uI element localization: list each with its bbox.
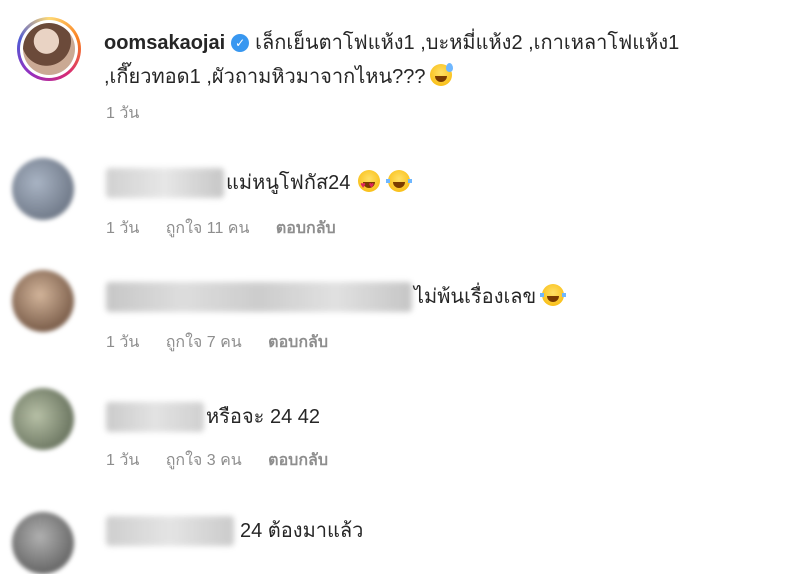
commenter-username-blurred[interactable] (106, 168, 224, 198)
comment-meta: 1 วัน ถูกใจ 7 คน ตอบกลับ (106, 330, 350, 355)
commenter-username-blurred[interactable] (106, 282, 412, 312)
grinning-sweat-emoji-icon (429, 63, 453, 86)
avatar-photo (23, 23, 75, 75)
caption-line-2: ,เกี๊ยวทอด1 ,ผัวถามหิวมาจากไหน??? (104, 66, 426, 88)
comment-item: หรือจะ 24 42 1 วัน ถูกใจ 3 คน ตอบกลับ (0, 384, 800, 484)
author-username[interactable]: oomsakaojai (104, 32, 225, 54)
heart-eyes-emoji-icon (358, 170, 381, 200)
comment-time[interactable]: 1 วัน (106, 220, 139, 237)
caption-time[interactable]: 1 วัน (106, 105, 139, 122)
comment-body: 24 ต้องมาแล้ว (240, 520, 364, 542)
comment-item: แม่หนูโฟกัส24 1 วัน ถูกใจ 11 คน ตอบกลับ (0, 150, 800, 250)
comment-meta: 1 วัน ถูกใจ 11 คน ตอบกลับ (106, 216, 358, 241)
reply-button[interactable]: ตอบกลับ (268, 452, 328, 469)
reply-button[interactable]: ตอบกลับ (268, 334, 328, 351)
comment-likes[interactable]: ถูกใจ 3 คน (166, 452, 242, 469)
caption-text: oomsakaojai ✓ เล็กเย็นตาโฟแห้ง1 ,บะหมี่แห้… (104, 26, 794, 94)
comment-body: ไม่พ้นเรื่องเลข (414, 286, 537, 308)
laughing-tears-emoji-icon (386, 170, 413, 192)
comment-item: ไม่พ้นเรื่องเลข 1 วัน ถูกใจ 7 คน ตอบกลับ (0, 264, 800, 364)
commenter-avatar[interactable] (12, 388, 74, 450)
comment-time[interactable]: 1 วัน (106, 452, 139, 469)
comment-text: 24 ต้องมาแล้ว (240, 516, 363, 546)
verified-badge-icon: ✓ (231, 34, 250, 52)
laughing-tears-emoji-icon (540, 284, 567, 306)
comment-meta: 1 วัน ถูกใจ 3 คน ตอบกลับ (106, 448, 350, 473)
reply-button[interactable]: ตอบกลับ (276, 220, 336, 237)
post-caption: oomsakaojai ✓ เล็กเย็นตาโฟแห้ง1 ,บะหมี่แห้… (0, 0, 800, 140)
commenter-username-blurred[interactable] (106, 402, 204, 432)
comment-text: แม่หนูโฟกัส24 (226, 168, 413, 200)
commenter-username-blurred[interactable] (106, 516, 234, 546)
commenter-avatar[interactable] (12, 270, 74, 332)
commenter-avatar[interactable] (12, 158, 74, 220)
caption-meta: 1 วัน (106, 101, 161, 126)
comment-body: แม่หนูโฟกัส24 (226, 172, 351, 194)
comment-item: 24 ต้องมาแล้ว (0, 504, 800, 574)
comment-text: ไม่พ้นเรื่องเลข (414, 282, 567, 312)
comment-likes[interactable]: ถูกใจ 11 คน (166, 220, 250, 237)
comment-text: หรือจะ 24 42 (206, 402, 320, 432)
comment-likes[interactable]: ถูกใจ 7 คน (166, 334, 242, 351)
caption-line-1: เล็กเย็นตาโฟแห้ง1 ,บะหมี่แห้ง2 ,เกาเหลาโ… (255, 32, 680, 54)
author-avatar[interactable] (17, 17, 81, 81)
commenter-avatar[interactable] (12, 512, 74, 574)
comment-body: หรือจะ 24 42 (206, 406, 321, 428)
comment-time[interactable]: 1 วัน (106, 334, 139, 351)
